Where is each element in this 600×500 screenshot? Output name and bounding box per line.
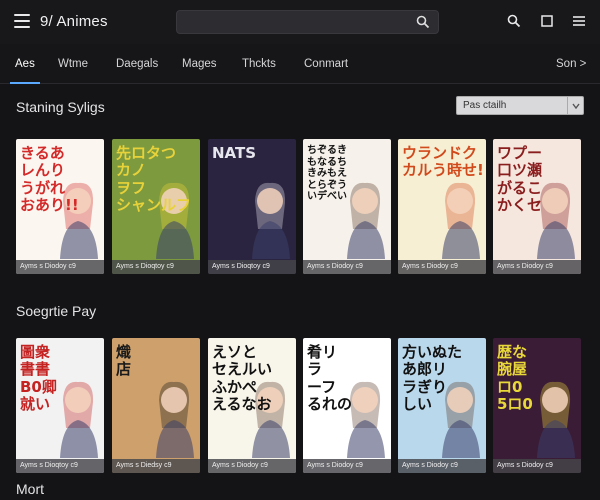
tab-son[interactable]: Son > [556, 58, 586, 70]
cover-title: 方いぬた あ郎リ ラぎり しい [402, 343, 463, 413]
search-icon-header[interactable] [507, 14, 521, 28]
square-icon[interactable] [540, 14, 554, 28]
cover-caption: Ayms s Dioqtoy c9 [112, 260, 200, 274]
section-title-soegrtie: Soegrtie Pay [16, 303, 97, 319]
search-icon[interactable] [416, 15, 430, 29]
tab-thckts[interactable]: Thckts [242, 58, 276, 70]
cover-caption: Ayms s Diodoy c9 [303, 459, 391, 473]
cover-caption: Ayms s Dioqtoy c9 [208, 260, 296, 274]
cover-caption: Ayms s Diodoy c9 [398, 459, 486, 473]
cover-title: えソと セえルい ふかぺ えるなお [212, 343, 273, 413]
sort-chevron-icon[interactable] [567, 97, 583, 114]
cover-title: NATS [212, 144, 257, 162]
menu-icon[interactable] [14, 14, 30, 28]
nav-tabs: Aes Wtme Daegals Mages Thckts Conmart So… [0, 44, 600, 84]
search-box[interactable] [176, 10, 439, 34]
manga-cover-card[interactable]: 方いぬた あ郎リ ラぎり しい Ayms s Diodoy c9 [398, 338, 486, 473]
cover-title: きるあ レんり うがれ おあり!! [20, 144, 79, 214]
tab-wtme[interactable]: Wtme [58, 58, 88, 70]
cover-title: ワプー 口ツ瀬 がるこ かくセ [497, 144, 543, 214]
cover-caption: Ayms s Diedsy c9 [112, 459, 200, 473]
cover-caption: Ayms s Diodoy c9 [493, 459, 581, 473]
manga-row-1: きるあ レんり うがれ おあり!! Ayms s Diodoy c9 先ロタつ カノ… [0, 139, 600, 274]
manga-cover-card[interactable]: NATS Ayms s Dioqtoy c9 [208, 139, 296, 274]
sort-dropdown[interactable]: Pas ctailh [456, 96, 584, 115]
app-title: 9/ Animes [40, 13, 108, 30]
hamburger-icon[interactable] [572, 14, 586, 28]
top-bar: 9/ Animes [0, 0, 600, 44]
tab-daegals[interactable]: Daegals [116, 58, 158, 70]
cover-caption: Ayms s Diodoy c9 [493, 260, 581, 274]
manga-cover-card[interactable]: 熾 店 Ayms s Diedsy c9 [112, 338, 200, 473]
manga-cover-card[interactable]: きるあ レんり うがれ おあり!! Ayms s Diodoy c9 [16, 139, 104, 274]
manga-cover-card[interactable]: 先ロタつ カノ ヲフ シャンルフ Ayms s Dioqtoy c9 [112, 139, 200, 274]
manga-cover-card[interactable]: ウランドク カルう時せ! Ayms s Diodoy c9 [398, 139, 486, 274]
cover-caption: Ayms s Dioqtoy c9 [16, 459, 104, 473]
tab-mages[interactable]: Mages [182, 58, 217, 70]
manga-cover-card[interactable]: えソと セえルい ふかぺ えるなお Ayms s Diodoy c9 [208, 338, 296, 473]
cover-title: 肴リ ラ ーフ るれの [307, 343, 353, 413]
cover-title: 圖衆 書書 B0卿 就い [20, 343, 57, 413]
cover-caption: Ayms s Diodoy c9 [303, 260, 391, 274]
cover-title: ウランドク カルう時せ! [402, 144, 484, 180]
manga-row-2: 圖衆 書書 B0卿 就い Ayms s Dioqtoy c9 熾 店 Ayms s D… [0, 338, 600, 473]
cover-title: 先ロタつ カノ ヲフ シャンルフ [116, 144, 192, 214]
tab-aes[interactable]: Aes [15, 58, 35, 70]
section-title-staning: Staning Syligs [16, 99, 105, 115]
cover-title: 歴な 腕屋 ロ0 5ロ0 [497, 343, 533, 413]
manga-cover-card[interactable]: ちぞるき もなるち きみもえ とらぞう いデべい Ayms s Diodoy c9 [303, 139, 391, 274]
cover-caption: Ayms s Diodoy c9 [208, 459, 296, 473]
cover-title: ちぞるき もなるち きみもえ とらぞう いデべい [307, 145, 347, 202]
cover-title: 熾 店 [116, 343, 132, 379]
manga-cover-card[interactable]: 肴リ ラ ーフ るれの Ayms s Diodoy c9 [303, 338, 391, 473]
sort-dropdown-value: Pas ctailh [463, 100, 507, 111]
section-title-mort: Mort [16, 481, 44, 497]
tab-conmart[interactable]: Conmart [304, 58, 348, 70]
manga-cover-card[interactable]: 圖衆 書書 B0卿 就い Ayms s Dioqtoy c9 [16, 338, 104, 473]
search-input[interactable] [177, 11, 407, 33]
manga-cover-card[interactable]: ワプー 口ツ瀬 がるこ かくセ Ayms s Diodoy c9 [493, 139, 581, 274]
cover-caption: Ayms s Diodoy c9 [16, 260, 104, 274]
cover-caption: Ayms s Diodoy c9 [398, 260, 486, 274]
active-tab-indicator [10, 82, 40, 84]
manga-cover-card[interactable]: 歴な 腕屋 ロ0 5ロ0 Ayms s Diodoy c9 [493, 338, 581, 473]
